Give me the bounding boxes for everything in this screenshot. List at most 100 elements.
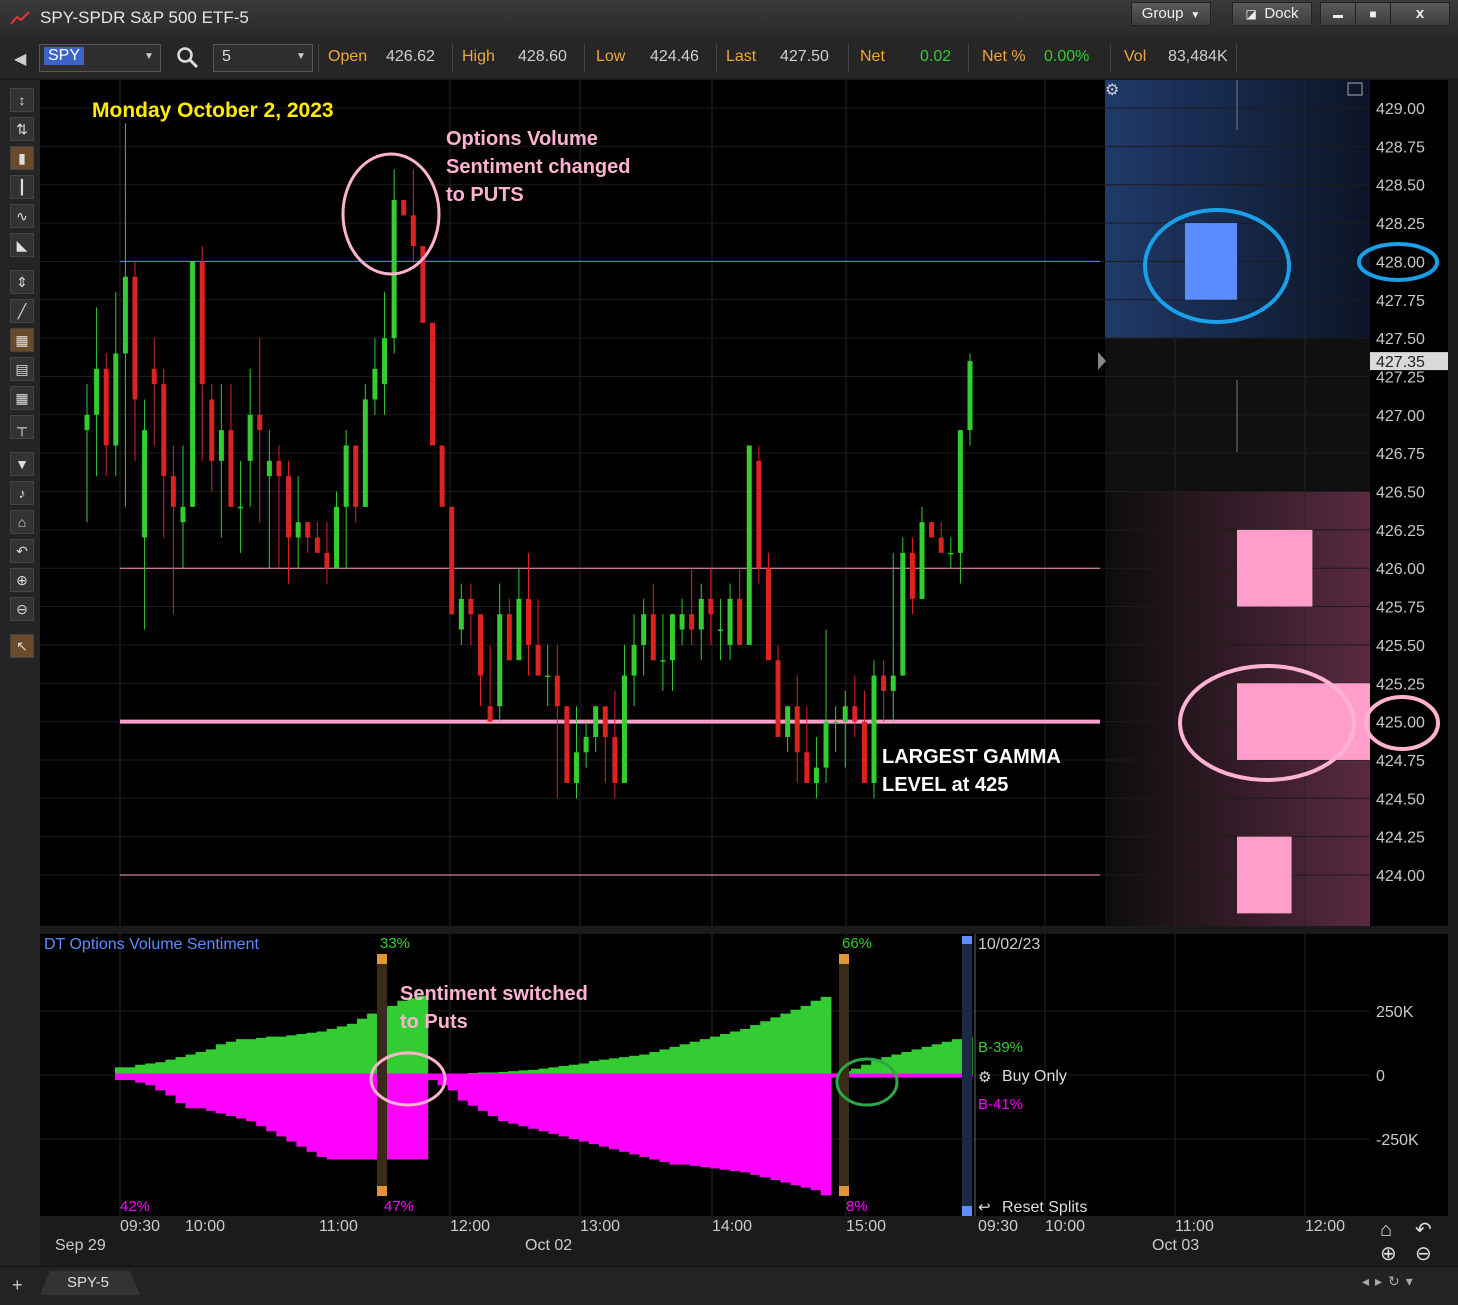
gamma-bar[interactable] [1185,223,1237,300]
gamma-bar[interactable] [1237,683,1370,760]
candle[interactable] [948,537,954,569]
home-icon[interactable]: ⌂ [10,510,34,534]
candle[interactable] [305,522,311,553]
pointer-icon[interactable]: ↖ [10,634,34,658]
candle[interactable] [209,384,215,492]
candle[interactable] [679,598,685,645]
candle[interactable] [228,384,234,507]
gear-icon[interactable]: ⚙ [978,1069,991,1086]
gamma-bar[interactable] [1237,836,1292,914]
close-button[interactable]: x [1390,2,1450,26]
candle[interactable] [238,460,244,553]
group-button[interactable]: Group ▼ [1131,2,1211,26]
candle[interactable] [545,644,551,707]
fit-vertical-icon[interactable]: ⇕ [10,270,34,294]
grid-icon[interactable]: ▦ [10,328,34,352]
candle[interactable] [765,552,771,661]
tab-spy-5[interactable]: SPY-5 [40,1271,140,1295]
candle[interactable] [909,537,915,615]
candle[interactable] [929,522,935,538]
candle[interactable] [142,399,148,630]
candle[interactable] [612,690,618,799]
candle[interactable] [295,476,301,569]
candle[interactable] [516,568,522,661]
candle[interactable] [756,445,762,584]
candle[interactable] [593,706,599,753]
candle[interactable] [151,338,157,446]
interval-select[interactable]: 5 ▼ [213,44,313,72]
crosshair-tool-icon[interactable]: ↕ [10,88,34,112]
candle[interactable] [881,660,887,722]
expand-arrow-icon[interactable] [1098,352,1106,370]
candle[interactable] [727,583,733,661]
candle[interactable] [122,123,128,507]
candle[interactable] [660,614,666,691]
candle[interactable] [439,445,445,507]
tab-scroll-controls[interactable]: ◂▸↻▾ [1362,1273,1419,1290]
candle[interactable] [852,675,858,737]
candle[interactable] [650,583,656,661]
candle[interactable] [641,598,647,676]
dock-button[interactable]: ◪ Dock [1232,2,1312,26]
candle[interactable] [785,706,791,753]
reset-icon[interactable]: ↩ [978,1199,991,1216]
area-style-icon[interactable]: ◣ [10,233,34,257]
grid-small-icon[interactable]: ▦ [10,386,34,410]
candle[interactable] [564,706,570,783]
candle[interactable] [276,445,282,569]
candle[interactable] [737,568,743,645]
price-chart[interactable]: ⚙ 429.00 428.75 428.50 428.25 428.00 427.75 427… [40,80,1448,926]
collapse-arrow-icon[interactable]: ◀ [14,49,26,69]
candle[interactable] [938,522,944,553]
candle[interactable] [708,568,714,645]
candle[interactable] [967,353,973,446]
candle[interactable] [334,491,340,569]
candle[interactable] [526,552,531,676]
draw-line-icon[interactable]: ╱ [10,299,34,323]
minimize-button[interactable]: ▬ [1320,2,1356,26]
candle[interactable] [218,384,224,538]
gear-icon[interactable]: ⚙ [1105,82,1119,99]
zoom-in-icon[interactable]: ⊕ [10,568,34,592]
candle[interactable] [199,246,205,461]
current-split-marker[interactable] [962,936,972,1216]
symbol-input[interactable]: SPY ▼ [39,44,161,72]
candle[interactable] [391,169,397,354]
candle[interactable] [103,353,109,477]
candle[interactable] [449,506,455,615]
candle[interactable] [478,614,484,707]
candle[interactable] [823,629,829,783]
zoom-in-icon[interactable]: ⊕ [1380,1243,1397,1265]
candle[interactable] [362,384,368,507]
candle[interactable] [621,644,627,783]
candle[interactable] [266,430,272,569]
line-style-icon[interactable]: ∿ [10,204,34,228]
zoom-out-icon[interactable]: ⊖ [10,597,34,621]
candle[interactable] [180,445,186,569]
candle[interactable] [410,169,416,262]
candle[interactable] [353,445,359,523]
candle[interactable] [861,690,867,783]
add-tab-button[interactable]: + [12,1275,23,1296]
candle[interactable] [94,307,100,477]
candle[interactable] [343,430,349,569]
sentiment-chart[interactable]: 33% 47% 66% 8% DT Options Volume Sentiment 10… [40,934,1448,1216]
chevron-down-icon[interactable]: ▼ [296,51,306,62]
split-marker[interactable] [377,954,387,1196]
gamma-bar[interactable] [1237,529,1313,607]
undo-icon[interactable]: ↶ [10,539,34,563]
pin-icon[interactable]: ▼ [10,452,34,476]
candle[interactable] [794,675,800,783]
split-marker[interactable] [839,954,849,1196]
candle[interactable] [161,368,167,538]
candle[interactable] [746,445,752,645]
candle[interactable] [919,506,925,599]
candle[interactable] [669,614,675,691]
reset-splits-label[interactable]: Reset Splits [1002,1199,1087,1216]
undo-icon[interactable]: ↶ [1415,1219,1432,1241]
search-icon[interactable] [176,46,200,70]
candle[interactable] [468,583,474,645]
hline-icon[interactable]: ┬ [10,415,34,439]
candle[interactable] [602,706,608,783]
candle[interactable] [833,706,839,753]
